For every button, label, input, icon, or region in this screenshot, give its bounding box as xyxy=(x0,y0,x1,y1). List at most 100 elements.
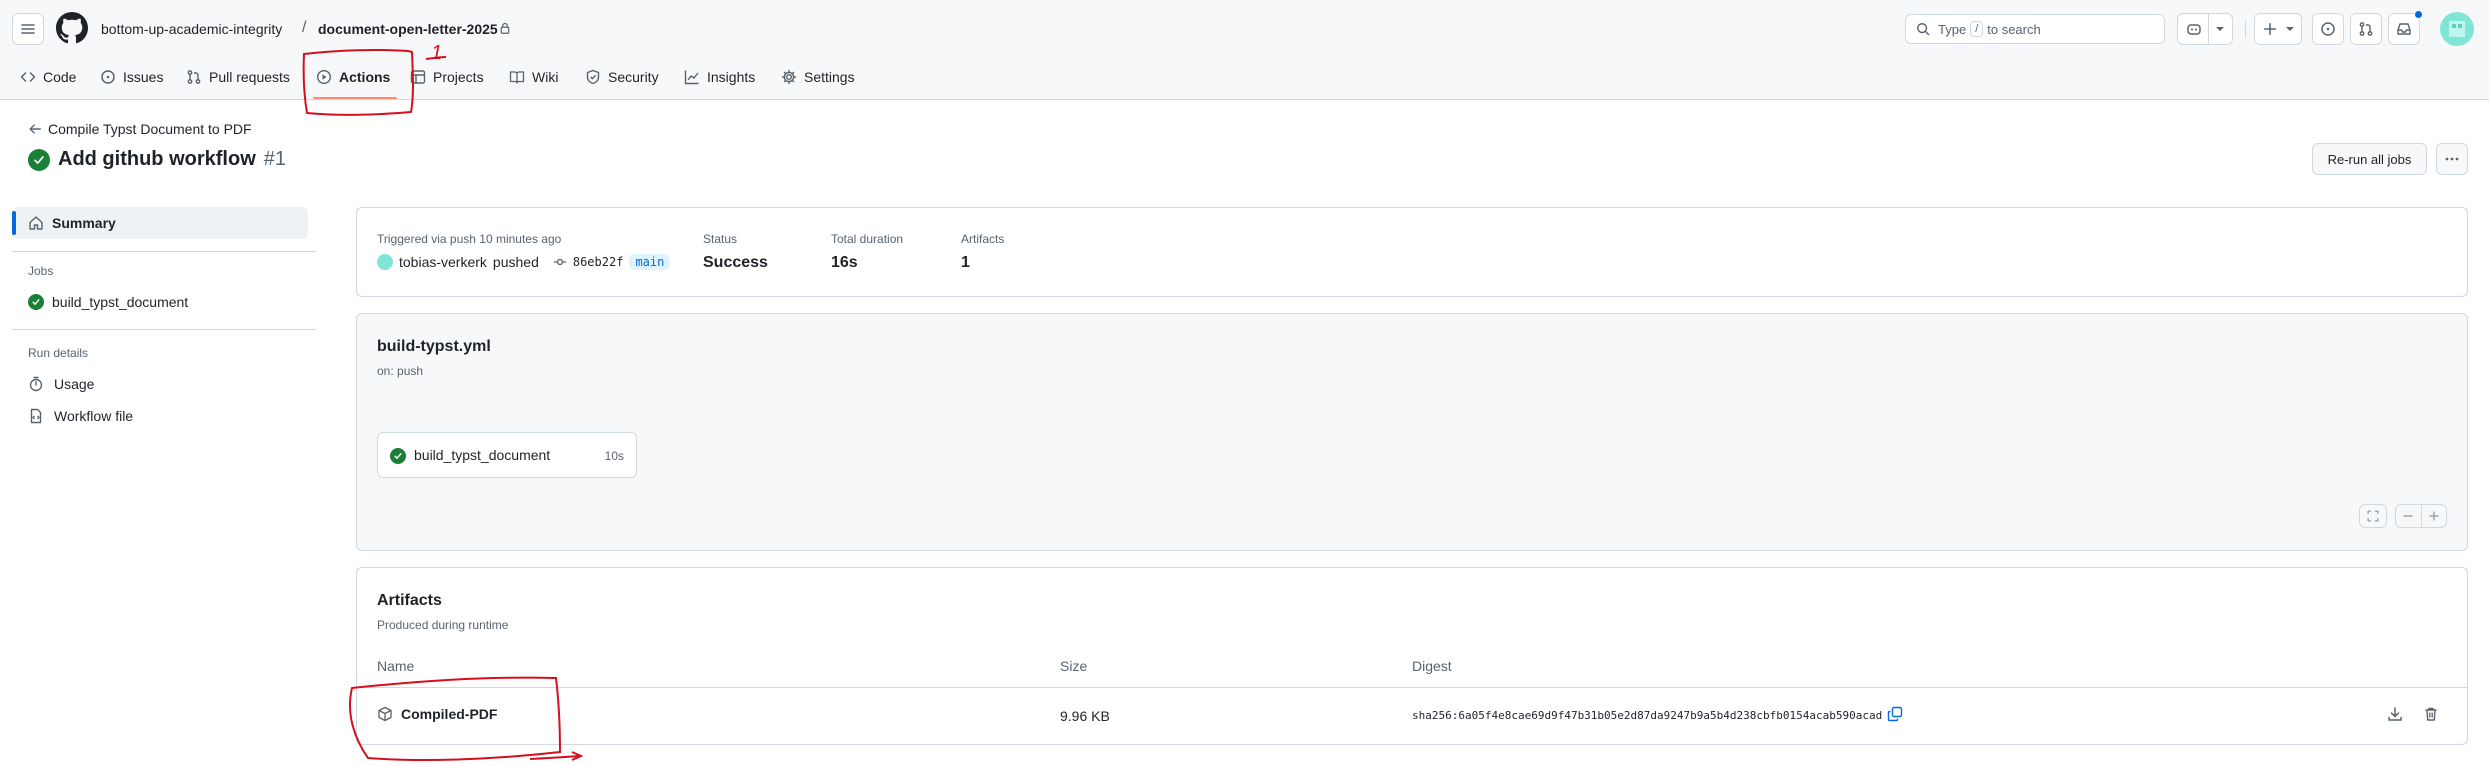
search-prefix: Type xyxy=(1938,21,1967,37)
tab-insights[interactable]: Insights xyxy=(684,64,755,90)
create-new-button[interactable] xyxy=(2254,13,2302,45)
arrow-left-icon xyxy=(28,122,42,136)
tab-security[interactable]: Security xyxy=(585,64,659,90)
workflow-trigger: on: push xyxy=(377,364,424,378)
push-info: tobias-verkerk pushed 86eb22f main xyxy=(377,254,671,270)
file-code-icon xyxy=(28,408,44,424)
artifacts-card: Artifacts Produced during runtime Name S… xyxy=(356,567,2468,745)
chevron-down-icon xyxy=(2285,25,2295,33)
github-logo-icon[interactable] xyxy=(56,12,88,44)
status-label: Status xyxy=(703,232,738,246)
run-title: Add github workflow #1 xyxy=(28,148,286,171)
back-link-label: Compile Typst Document to PDF xyxy=(48,121,252,137)
issues-shortcut-button[interactable] xyxy=(2312,13,2344,45)
code-icon xyxy=(20,69,36,85)
menu-button[interactable] xyxy=(12,13,44,45)
pull-request-icon xyxy=(186,69,202,85)
branch-label[interactable]: main xyxy=(629,254,671,270)
user-avatar[interactable] xyxy=(377,254,393,270)
artifacts-label: Artifacts xyxy=(961,232,1005,246)
run-summary-card: Triggered via push 10 minutes ago tobias… xyxy=(356,207,2468,297)
table-row: Compiled-PDF 9.96 KB sha256:6a05f4e8cae6… xyxy=(357,688,2467,744)
workflow-file-name[interactable]: build-typst.yml xyxy=(377,338,491,356)
search-icon xyxy=(1916,22,1930,36)
status-value: Success xyxy=(703,254,768,271)
breadcrumb-separator: / xyxy=(302,19,307,36)
fullscreen-button[interactable] xyxy=(2359,504,2387,528)
success-check-icon xyxy=(390,448,406,464)
chevron-down-icon[interactable] xyxy=(2215,25,2225,33)
tab-label: Security xyxy=(608,69,659,85)
trigger-text: Triggered via push 10 minutes ago xyxy=(377,232,562,246)
pull-requests-shortcut-button[interactable] xyxy=(2350,13,2382,45)
tab-label: Wiki xyxy=(532,69,559,85)
breadcrumb-repo[interactable]: document-open-letter-2025 xyxy=(318,21,498,37)
divider xyxy=(12,251,316,252)
breadcrumb-owner[interactable]: bottom-up-academic-integrity xyxy=(101,21,282,37)
tab-settings[interactable]: Settings xyxy=(781,64,855,90)
job-node-name: build_typst_document xyxy=(414,447,551,463)
commit-sha[interactable]: 86eb22f xyxy=(573,255,624,269)
download-icon[interactable] xyxy=(2387,706,2403,722)
tab-pull-requests[interactable]: Pull requests xyxy=(186,64,290,90)
trash-icon[interactable] xyxy=(2423,706,2439,722)
home-icon xyxy=(28,215,44,231)
inbox-icon xyxy=(2396,21,2412,37)
sidebar-item-summary[interactable]: Summary xyxy=(12,207,308,239)
annotation-box-artifact xyxy=(348,676,584,761)
hamburger-icon xyxy=(20,21,36,37)
book-icon xyxy=(509,69,525,85)
tab-label: Code xyxy=(43,69,77,85)
more-actions-button[interactable] xyxy=(2436,143,2468,175)
zoom-out-icon[interactable] xyxy=(2402,510,2414,522)
sidebar-item-job[interactable]: build_typst_document xyxy=(28,294,188,310)
tab-issues[interactable]: Issues xyxy=(100,64,163,90)
column-header-size: Size xyxy=(1060,658,1088,674)
success-check-icon xyxy=(28,294,44,310)
sidebar-item-usage[interactable]: Usage xyxy=(28,376,94,392)
tab-label: Settings xyxy=(804,69,855,85)
pull-request-icon xyxy=(2358,21,2374,37)
run-number: #1 xyxy=(263,148,286,170)
run-title-text: Add github workflow xyxy=(58,148,256,170)
commit-icon xyxy=(553,255,567,269)
user-link[interactable]: tobias-verkerk xyxy=(399,254,487,270)
tab-label: Insights xyxy=(707,69,756,85)
tab-wiki[interactable]: Wiki xyxy=(509,64,558,90)
workflow-graph-card: build-typst.yml on: push build_typst_doc… xyxy=(356,313,2468,551)
issue-icon xyxy=(2320,21,2336,37)
back-link[interactable]: Compile Typst Document to PDF xyxy=(28,121,252,137)
inbox-button[interactable] xyxy=(2388,10,2423,45)
stopwatch-icon xyxy=(28,376,44,392)
gear-icon xyxy=(781,69,797,85)
job-node-duration: 10s xyxy=(604,449,624,463)
active-indicator xyxy=(12,211,16,235)
sidebar-item-workflow-file[interactable]: Workflow file xyxy=(28,408,133,424)
copilot-button[interactable] xyxy=(2177,13,2233,45)
issue-icon xyxy=(100,69,116,85)
success-check-icon xyxy=(28,148,50,171)
notification-dot xyxy=(2414,10,2423,19)
tab-label: Issues xyxy=(123,69,164,85)
rerun-all-jobs-button[interactable]: Re-run all jobs xyxy=(2312,143,2427,175)
sidebar-item-label: build_typst_document xyxy=(52,294,189,310)
search-shortcut-key: / xyxy=(1970,21,1984,37)
tab-code[interactable]: Code xyxy=(20,64,76,90)
artifacts-title: Artifacts xyxy=(377,592,442,609)
sidebar-item-label: Summary xyxy=(52,215,116,231)
zoom-in-icon[interactable] xyxy=(2428,510,2440,522)
artifact-size: 9.96 KB xyxy=(1060,708,1110,724)
kebab-horizontal-icon xyxy=(2444,151,2460,167)
copy-icon[interactable] xyxy=(1887,706,1903,722)
avatar[interactable] xyxy=(2440,12,2474,46)
search-suffix: to search xyxy=(1987,21,2041,37)
run-details-heading: Run details xyxy=(28,346,89,360)
job-node[interactable]: build_typst_document 10s xyxy=(377,432,637,478)
artifact-digest: sha256:6a05f4e8cae69d9f47b31b05e2d87da92… xyxy=(1412,709,1883,722)
plus-icon xyxy=(2263,22,2277,36)
sidebar-item-label: Workflow file xyxy=(54,408,134,424)
search-input[interactable]: Type / to search xyxy=(1905,14,2165,44)
duration-label: Total duration xyxy=(831,232,904,246)
lock-icon xyxy=(499,22,511,34)
annotation-number: 1 xyxy=(431,42,443,64)
